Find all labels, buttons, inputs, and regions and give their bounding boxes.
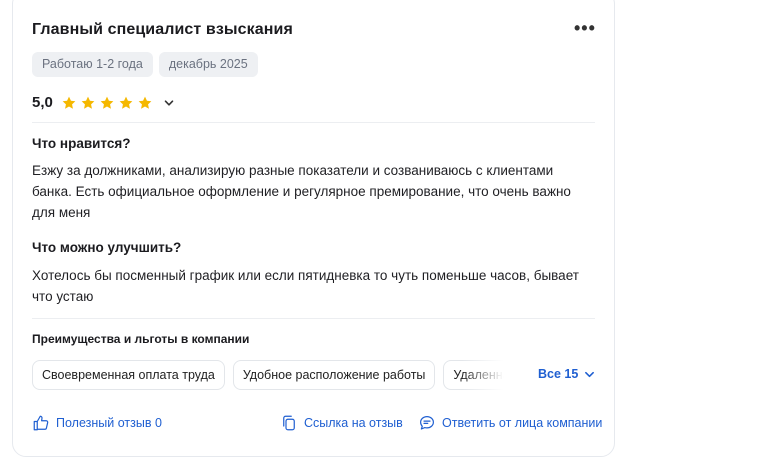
star-icon [119,96,133,109]
star-icon [81,96,95,109]
likes-heading: Что нравится? [32,136,131,151]
copy-link-label: Ссылка на отзыв [304,416,403,430]
tag-experience: Работаю 1-2 года [32,52,153,77]
copy-link-button[interactable]: Ссылка на отзыв [280,414,403,432]
benefits-heading: Преимущества и льготы в компании [32,332,250,346]
reply-label: Ответить от лица компании [442,416,603,430]
helpful-button[interactable]: Полезный отзыв 0 [32,414,162,432]
review-title: Главный специалист взыскания [32,21,293,38]
see-all-benefits-button[interactable]: Все 15 [538,367,595,381]
thumbs-up-icon [33,415,49,431]
more-icon[interactable]: ••• [574,19,596,37]
helpful-label: Полезный отзыв 0 [56,416,162,430]
star-icon [100,96,114,109]
copy-link-icon [283,415,295,431]
benefit-chip[interactable]: Удобное расположение работы [232,360,436,390]
divider [32,318,595,319]
chat-bubble-icon [420,416,434,430]
divider [32,122,595,123]
star-icon [62,96,76,109]
benefit-chip[interactable]: Своевременная оплата труда [32,360,225,390]
rating-row[interactable]: 5,0 [32,94,175,111]
tag-date: декабрь 2025 [158,52,258,77]
improve-heading: Что можно улучшить? [32,240,182,255]
review-tags: Работаю 1-2 года декабрь 2025 [32,52,258,77]
chips-fade [462,360,514,390]
likes-text: Езжу за должниками, анализирую разные по… [32,163,571,220]
rating-stars [61,95,153,111]
chevron-down-icon [585,371,595,377]
improve-text: Хотелось бы посменный график или если пя… [32,268,579,304]
see-all-label: Все 15 [538,367,579,381]
chevron-down-icon[interactable] [163,97,175,109]
star-icon [138,96,152,109]
benefits-list: Своевременная оплата труда Удобное распо… [32,360,512,390]
reply-as-company-button[interactable]: Ответить от лица компании [418,414,602,432]
rating-value: 5,0 [32,94,53,111]
